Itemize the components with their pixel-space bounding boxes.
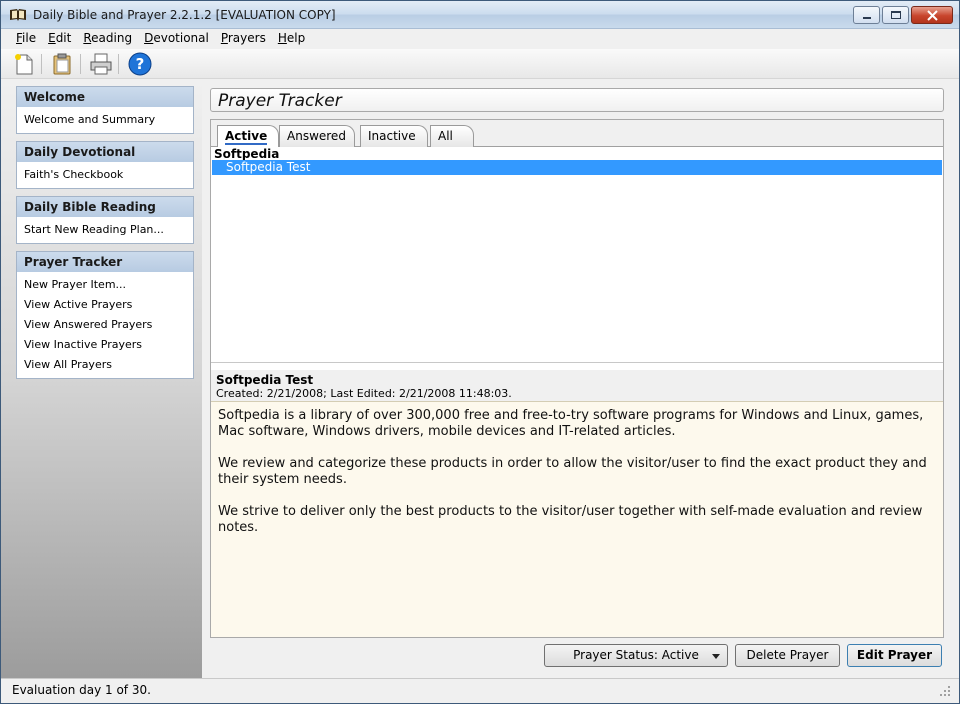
detail-title: Softpedia Test	[216, 373, 314, 387]
sidebar-item-all-prayers[interactable]: View All Prayers	[17, 355, 193, 375]
menu-reading[interactable]: Reading	[78, 29, 139, 49]
toolbar: ?	[1, 49, 959, 79]
sidebar-panel-prayer-tracker: Prayer Tracker New Prayer Item... View A…	[16, 251, 194, 379]
panel-header: Welcome	[17, 87, 193, 107]
sidebar-panel-welcome: Welcome Welcome and Summary	[16, 86, 194, 134]
page-header: Prayer Tracker	[210, 88, 944, 112]
paste-icon[interactable]	[50, 52, 74, 76]
menu-edit[interactable]: Edit	[43, 29, 78, 49]
status-bar: Evaluation day 1 of 30.	[1, 678, 959, 703]
toolbar-separator	[41, 54, 42, 74]
svg-text:?: ?	[136, 55, 145, 73]
delete-prayer-button[interactable]: Delete Prayer	[735, 644, 840, 667]
tab-all[interactable]: All	[430, 125, 474, 147]
toolbar-separator	[80, 54, 81, 74]
sidebar-panel-reading: Daily Bible Reading Start New Reading Pl…	[16, 196, 194, 244]
menu-help[interactable]: Help	[273, 29, 312, 49]
prayer-tracker-frame: Active Answered Inactive All Softpedia S…	[210, 119, 944, 638]
panel-header: Daily Devotional	[17, 142, 193, 162]
print-icon[interactable]	[89, 52, 113, 76]
menu-prayers[interactable]: Prayers	[216, 29, 273, 49]
sidebar: Welcome Welcome and Summary Daily Devoti…	[1, 80, 202, 678]
help-icon[interactable]: ?	[128, 52, 152, 76]
maximize-button[interactable]	[882, 6, 909, 24]
tab-answered[interactable]: Answered	[279, 125, 355, 147]
main-area: Prayer Tracker Active Answered Inactive …	[202, 80, 959, 678]
detail-paragraph: We strive to deliver only the best produ…	[218, 504, 923, 535]
tab-active[interactable]: Active	[217, 125, 279, 148]
prayer-list[interactable]: Softpedia Softpedia Test	[211, 147, 943, 363]
title-bar[interactable]: Daily Bible and Prayer 2.2.1.2 [EVALUATI…	[1, 1, 959, 29]
sidebar-item-new-prayer[interactable]: New Prayer Item...	[17, 275, 193, 295]
detail-meta: Created: 2/21/2008; Last Edited: 2/21/20…	[216, 387, 512, 400]
sidebar-item-welcome-summary[interactable]: Welcome and Summary	[17, 110, 193, 130]
app-bible-icon	[10, 9, 26, 21]
close-icon	[927, 10, 938, 21]
menu-devotional[interactable]: Devotional	[139, 29, 216, 49]
detail-body[interactable]: Softpedia is a library of over 300,000 f…	[211, 402, 943, 637]
panel-header: Daily Bible Reading	[17, 197, 193, 217]
app-window: Daily Bible and Prayer 2.2.1.2 [EVALUATI…	[0, 0, 960, 704]
panel-header: Prayer Tracker	[17, 252, 193, 272]
close-button[interactable]	[911, 6, 953, 24]
sidebar-item-inactive-prayers[interactable]: View Inactive Prayers	[17, 335, 193, 355]
sidebar-item-faiths-checkbook[interactable]: Faith's Checkbook	[17, 165, 193, 185]
list-item[interactable]: Softpedia Test	[212, 160, 942, 175]
detail-paragraph: We review and categorize these products …	[218, 456, 927, 487]
prayer-status-dropdown[interactable]: Prayer Status: Active	[544, 644, 728, 667]
toolbar-separator	[118, 54, 119, 74]
menu-bar: File Edit Reading Devotional Prayers Hel…	[1, 29, 959, 49]
tab-inactive[interactable]: Inactive	[360, 125, 428, 147]
window-title: Daily Bible and Prayer 2.2.1.2 [EVALUATI…	[33, 8, 336, 22]
new-document-icon[interactable]	[12, 52, 36, 76]
page-title: Prayer Tracker	[218, 91, 342, 111]
sidebar-item-active-prayers[interactable]: View Active Prayers	[17, 295, 193, 315]
sidebar-item-answered-prayers[interactable]: View Answered Prayers	[17, 315, 193, 335]
detail-header: Softpedia Test Created: 2/21/2008; Last …	[211, 370, 943, 402]
edit-prayer-button[interactable]: Edit Prayer	[847, 644, 942, 667]
list-group-header: Softpedia	[214, 147, 280, 161]
sidebar-panel-devotional: Daily Devotional Faith's Checkbook	[16, 141, 194, 189]
tab-strip: Active Answered Inactive All	[211, 120, 943, 148]
chevron-down-icon	[712, 654, 720, 659]
sidebar-item-new-reading-plan[interactable]: Start New Reading Plan...	[17, 220, 193, 240]
resize-grip-icon[interactable]	[939, 685, 951, 697]
detail-paragraph: Softpedia is a library of over 300,000 f…	[218, 408, 924, 439]
status-text: Evaluation day 1 of 30.	[12, 683, 151, 697]
menu-file[interactable]: File	[11, 29, 43, 49]
minimize-button[interactable]	[853, 6, 880, 24]
prayer-status-label: Prayer Status: Active	[573, 648, 699, 662]
